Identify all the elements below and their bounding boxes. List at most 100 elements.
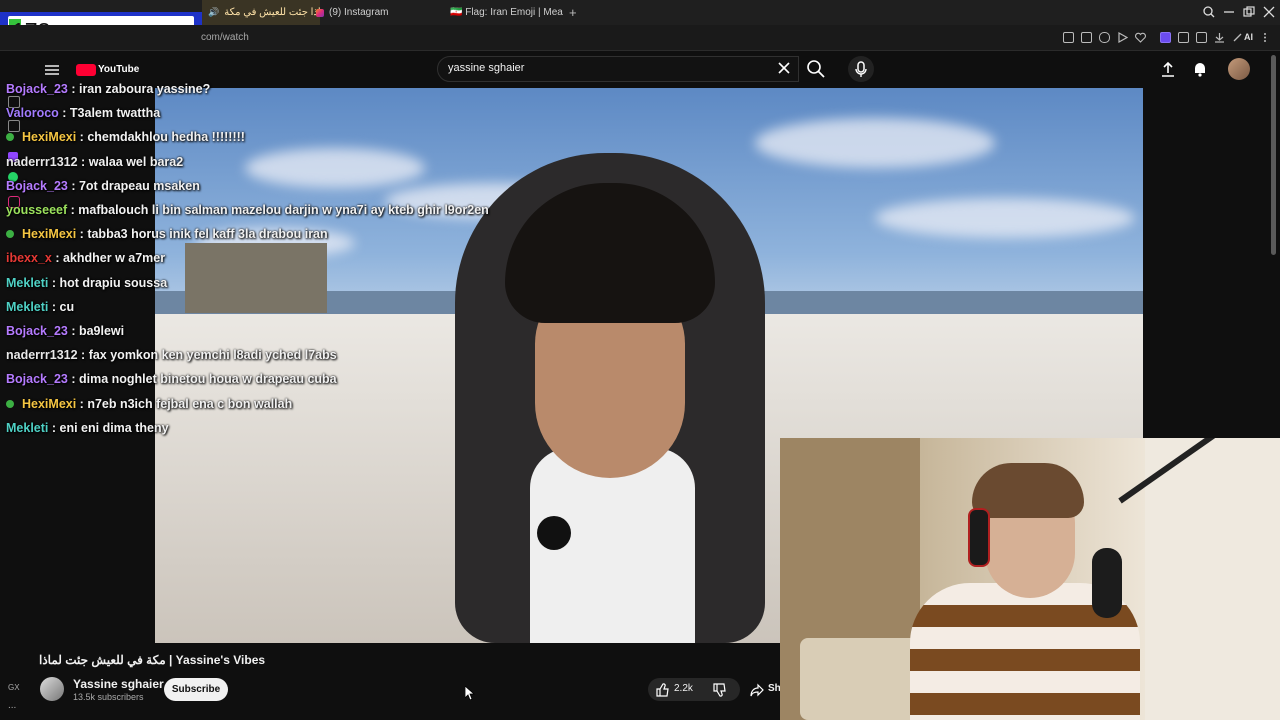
chat-message: Valoroco : T3alem twattha [0,106,160,120]
restore-icon[interactable] [1243,6,1255,18]
chat-username: Mekleti [6,299,49,314]
play-icon[interactable] [1117,32,1128,43]
voice-search-button[interactable] [848,56,874,82]
ai-button[interactable]: AI [1244,32,1253,42]
chat-message: Bojack_23 : 7ot drapeau msaken [0,179,200,193]
sidebar-icon[interactable] [1196,32,1207,43]
chat-username: Bojack_23 [6,324,68,338]
chat-text: dima noghlet binetou houa w drapeau cuba [78,372,337,387]
chat-username: HexiMexi [22,227,77,242]
chat-message: naderrr1312 : fax yomkon ken yemchi l8ad… [0,348,337,362]
chat-separator: : [67,324,79,338]
tab-active[interactable]: 🔊 لماذا جئت للعيش في مكة [202,0,320,25]
tab-emojipedia[interactable]: 🇮🇷 Flag: Iran Emoji | Meanin [445,0,563,25]
gx-label: GX [8,683,20,692]
chat-separator: : [77,348,89,363]
close-window-icon[interactable] [1263,6,1275,18]
heart-icon[interactable] [1135,32,1146,43]
chat-username: yousseeef [6,203,68,217]
chat-message: HexiMexi : tabba3 horus inik fel kaff 3l… [0,227,328,241]
chat-username: Bojack_23 [6,372,68,387]
chat-separator: : [76,396,88,411]
share-button[interactable]: Sh [768,683,781,694]
upload-icon[interactable] [1160,61,1176,77]
sidebar-more-icon[interactable]: ... [8,700,16,711]
chat-message: HexiMexi : n7eb n3ich fejbal ena c bon w… [0,397,292,411]
verified-badge-icon [6,230,14,239]
extension-shield-icon[interactable] [1160,32,1171,43]
chat-username: Bojack_23 [6,82,68,96]
address-url[interactable]: com/watch [201,32,249,43]
chat-message: Mekleti : cu [0,300,74,314]
chat-message: Mekleti : hot drapiu soussa [0,276,167,290]
tab-label: 🇮🇷 Flag: Iran Emoji | Meanin [450,7,563,18]
share-icon[interactable] [750,683,764,697]
chat-message: ibexx_x : akhdher w a7mer [0,251,165,265]
chat-separator: : [51,251,63,266]
chat-text: akhdher w a7mer [62,251,166,266]
extensions-icon[interactable] [1178,32,1189,43]
chat-message: Bojack_23 : iran zaboura yassine? [0,82,210,96]
chat-message: naderrr1312 : walaa wel bara2 [0,155,183,169]
new-tab-button[interactable]: + [569,5,577,20]
screenshot-icon[interactable] [1081,32,1092,43]
subscribe-button[interactable]: Subscribe [164,678,228,701]
chat-text: tabba3 horus inik fel kaff 3la drabou ir… [87,227,328,242]
chat-separator: : [48,299,60,314]
chat-username: naderrr1312 [6,348,78,363]
webcam-couch [800,638,920,720]
search-tabs-icon[interactable] [1203,6,1215,18]
chat-separator: : [67,178,79,193]
verified-badge-icon [6,133,14,142]
chat-separator: : [76,227,88,242]
chat-text: cu [59,299,75,314]
chat-overlay: Bojack_23 : iran zaboura yassine? Valoroc… [0,60,520,450]
chat-message: Bojack_23 : dima noghlet binetou houa w … [0,372,337,386]
bookmark-icon[interactable] [1063,32,1074,43]
minimize-icon[interactable] [1223,6,1235,18]
mic-icon [855,61,867,77]
chat-separator: : [67,82,79,96]
shield-icon[interactable] [1099,32,1110,43]
channel-avatar[interactable] [40,677,64,701]
dislike-icon[interactable] [712,683,726,697]
studio-microphone [1092,548,1122,618]
clear-search-icon[interactable] [776,60,792,76]
headphones [968,508,990,567]
webcam-window [1145,438,1280,720]
speaker-icon: 🔊 [208,7,220,17]
chat-username: Bojack_23 [6,178,68,193]
pen-icon[interactable] [1232,32,1243,43]
notifications-bell-icon[interactable] [1192,61,1208,77]
chat-separator: : [58,106,70,121]
chat-separator: : [67,372,79,387]
chat-message: Bojack_23 : ba9lewi [0,324,124,338]
account-avatar[interactable] [1228,58,1250,80]
like-icon[interactable] [655,683,669,697]
chat-text: hot drapiu soussa [59,275,168,290]
chat-text: mafbalouch li bin salman mazelou darjin … [78,203,489,217]
tab-instagram[interactable]: (9) Instagram [316,0,436,25]
like-count: 2.2k [674,683,693,694]
chat-text: 7ot drapeau msaken [78,178,200,193]
chat-text: fax yomkon ken yemchi l8adi yched l7abs [88,348,337,363]
chat-message: yousseeef : mafbalouch li bin salman maz… [0,203,489,217]
chat-text: iran zaboura yassine? [78,82,211,96]
streamer-webcam [780,438,1280,720]
download-icon[interactable] [1214,32,1225,43]
streamer-hair [972,463,1084,518]
chat-username: HexiMexi [22,396,77,411]
instagram-icon [316,8,324,17]
chat-username: Mekleti [6,420,49,435]
chat-username: ibexx_x [6,251,52,266]
chat-text: n7eb n3ich fejbal ena c bon wallah [87,396,293,411]
chat-separator: : [76,130,88,145]
chat-separator: : [48,420,60,435]
search-icon[interactable] [805,58,827,80]
verified-badge-icon [6,399,14,408]
channel-name[interactable]: Yassine sghaier [73,677,164,691]
page-scrollbar[interactable] [1271,55,1276,255]
more-menu-icon[interactable] [1262,32,1268,43]
subscriber-count: 13.5k subscribers [73,692,144,702]
chat-text: ba9lewi [78,324,125,338]
